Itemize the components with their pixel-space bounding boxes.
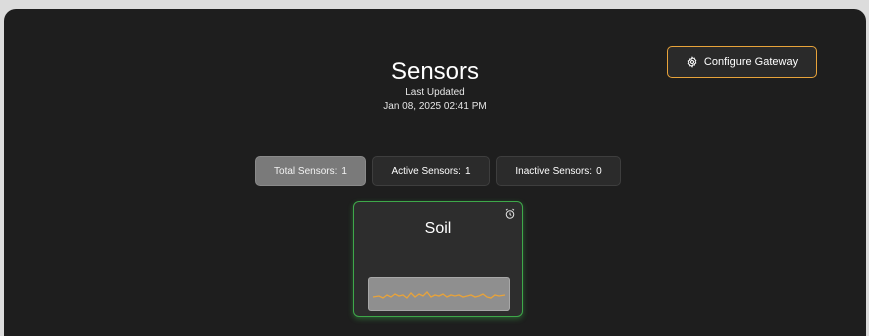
last-updated-label: Last Updated (405, 87, 465, 98)
filter-count: 1 (464, 165, 471, 177)
filter-inactive-sensors[interactable]: Inactive Sensors: 0 (496, 156, 621, 186)
configure-gateway-label: Configure Gateway (703, 56, 799, 68)
filter-count: 1 (341, 165, 347, 177)
filter-total-sensors[interactable]: Total Sensors: 1 (255, 156, 366, 186)
configure-gateway-button[interactable]: Configure Gateway (667, 46, 817, 78)
last-updated-time: Jan 08, 2025 02:41 PM (383, 101, 487, 112)
filter-active-sensors[interactable]: Active Sensors: 1 (372, 156, 490, 186)
filter-label: Total Sensors: (274, 165, 338, 177)
sensor-sparkline (368, 277, 510, 311)
filter-count: 0 (596, 165, 602, 177)
sensor-name: Soil (424, 220, 452, 237)
sensor-card[interactable]: Soil (353, 201, 523, 317)
filter-label: Inactive Sensors: (515, 165, 593, 177)
app-window: Sensors Last Updated Jan 08, 2025 02:41 … (4, 9, 866, 336)
filter-label: Active Sensors: (391, 165, 461, 177)
gear-icon (686, 56, 698, 68)
alarm-clock-icon[interactable] (504, 207, 516, 219)
